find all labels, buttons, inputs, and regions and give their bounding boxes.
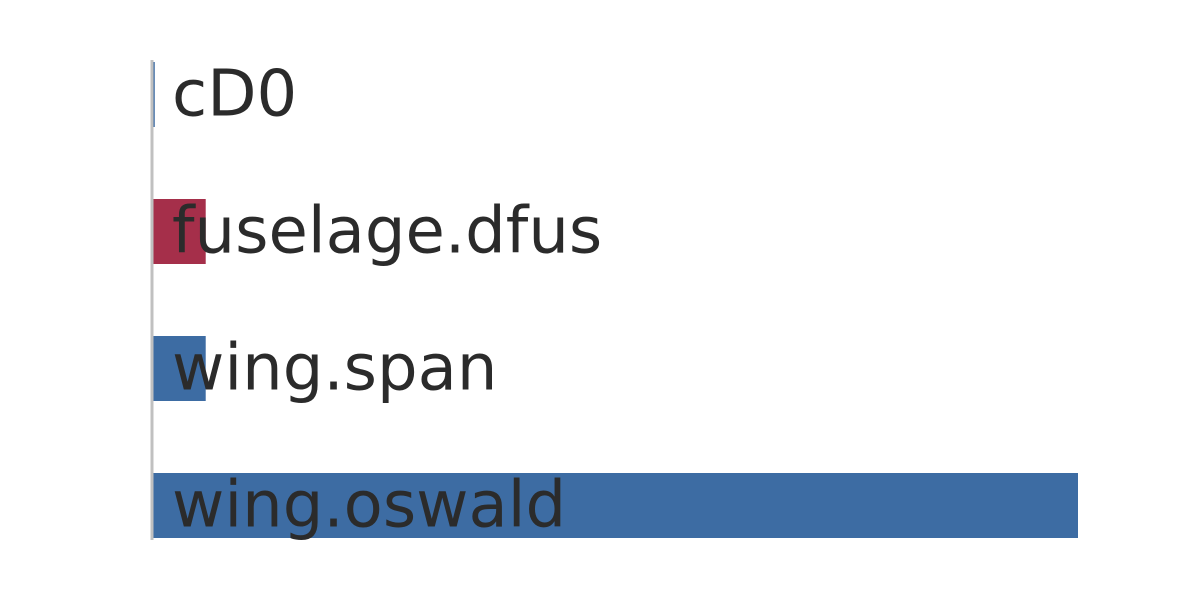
category-label: cD0 (172, 58, 297, 132)
category-label: fuselage.dfus (172, 195, 602, 269)
chart-canvas: cD0 fuselage.dfus wing.span wing.oswald (150, 58, 1078, 543)
sensitivity-bar-chart: cD0 fuselage.dfus wing.span wing.oswald (0, 0, 1200, 600)
category-label: wing.span (172, 332, 497, 406)
category-label: wing.oswald (172, 469, 566, 543)
